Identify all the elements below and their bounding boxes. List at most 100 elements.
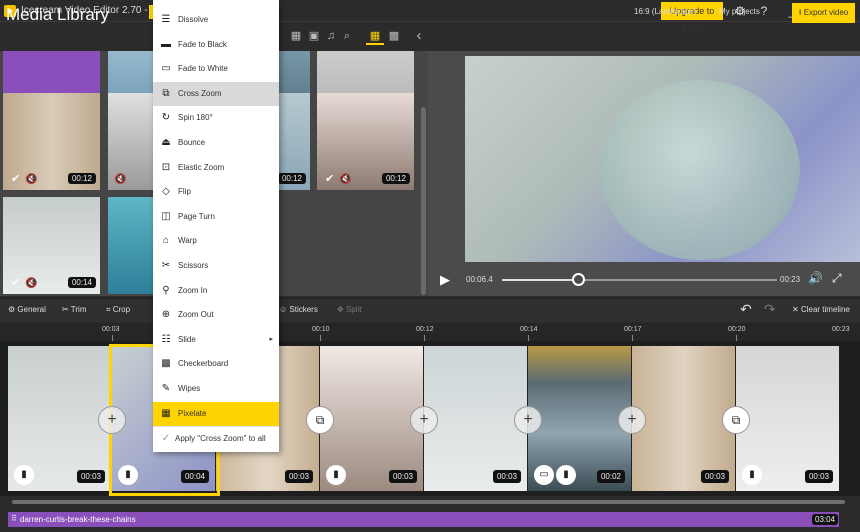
warp-icon: ⌂ — [162, 235, 170, 247]
timeline-clip[interactable]: ▮ 00:03 — [8, 346, 112, 491]
menu-item-label: Wipes — [178, 384, 201, 393]
timeline-clip[interactable]: 00:03 — [424, 346, 528, 491]
drag-handle-icon[interactable]: ⠿ — [11, 514, 17, 523]
timeline-clip[interactable]: ▮ 00:03 — [736, 346, 840, 491]
menu-item-pixelate[interactable]: ▦ Pixelate — [153, 401, 279, 426]
menu-item-fade-to-black[interactable]: ▬ Fade to Black — [153, 33, 279, 57]
clear-timeline-button[interactable]: ✕ Clear timeline — [792, 305, 850, 314]
fade-to-black-icon: ▬ — [161, 38, 171, 50]
volume-icon[interactable]: 🔊 — [808, 271, 823, 285]
transition-button[interactable]: ⧉ — [306, 406, 334, 434]
add-transition-button[interactable]: + — [410, 406, 438, 434]
menu-item-slide[interactable]: ☷ Slide ▸ — [153, 328, 279, 352]
large-grid-icon[interactable]: ▦ — [366, 27, 384, 45]
ruler-tick: 00:10 — [312, 326, 330, 333]
add-transition-button[interactable]: + — [514, 406, 542, 434]
dissolve-icon: ☰ — [161, 14, 171, 25]
split-button[interactable]: ✥ Split — [337, 305, 362, 314]
submenu-arrow-icon: ▸ — [269, 335, 273, 343]
image-filter-icon[interactable]: ▣ — [305, 27, 323, 45]
menu-item-label: Fade to Black — [178, 39, 227, 49]
timeline-ruler[interactable]: 00:03 00:10 00:12 00:14 00:17 00:20 00:2… — [0, 323, 860, 341]
small-grid-icon[interactable]: ▩ — [385, 27, 403, 45]
close-icon: ✕ — [792, 305, 801, 314]
menu-item-zoom-out[interactable]: ⊕ Zoom Out — [153, 303, 279, 327]
mute-icon: 🔇 — [114, 174, 127, 185]
fade-to-white-icon: ▭ — [161, 63, 171, 75]
menu-item-dissolve[interactable]: ☰ Dissolve — [153, 8, 279, 32]
spray-icon[interactable]: ▮ — [118, 465, 138, 485]
collapse-icon[interactable]: ‹ — [410, 27, 428, 45]
scissors-icon: ✂ — [62, 305, 71, 314]
spray-icon[interactable]: ▮ — [742, 465, 762, 485]
audio-clip-name: darren-curtis-break-these-chains — [20, 515, 136, 524]
menu-item-label: Zoom Out — [178, 310, 214, 320]
caption-icon[interactable]: ▭ — [534, 465, 554, 485]
menu-item-checkerboard[interactable]: ▩ Checkerboard — [153, 352, 279, 376]
general-button[interactable]: ⚙ General — [8, 305, 46, 314]
undo-icon[interactable]: ↶ — [740, 301, 752, 318]
menu-item-fade-to-white[interactable]: ▭ Fade to White — [153, 57, 279, 81]
menu-item-flip[interactable]: ◇ Flip — [153, 180, 279, 204]
slide-icon: ☷ — [161, 333, 171, 345]
spray-icon[interactable]: ▮ — [326, 465, 346, 485]
wipes-icon: ✎ — [161, 383, 171, 394]
stickers-button[interactable]: ☺ Stickers — [279, 305, 318, 314]
flip-icon: ◇ — [162, 186, 170, 198]
menu-item-label: Bounce — [178, 138, 206, 147]
media-duration: 00:12 — [67, 173, 96, 184]
redo-icon[interactable]: ↷ — [764, 301, 776, 318]
add-transition-button[interactable]: + — [98, 406, 126, 434]
menu-item-cross-zoom[interactable]: ⧉ Cross Zoom — [153, 81, 279, 106]
spray-icon[interactable]: ▮ — [14, 465, 34, 485]
menu-item-label: Dissolve — [178, 15, 209, 24]
menu-item-zoom-in[interactable]: ⚲ Zoom In — [153, 279, 279, 303]
menu-item-label: Warp — [178, 236, 197, 246]
cross-zoom-icon: ⧉ — [162, 87, 170, 99]
clip-duration: 00:04 — [180, 470, 209, 483]
crop-button[interactable]: ⌗ Crop — [106, 305, 130, 315]
my-projects-button[interactable]: My projects — [719, 7, 760, 16]
media-item[interactable]: ✔ 🔇 00:12 — [3, 93, 100, 190]
transition-button[interactable]: ⧉ — [722, 406, 750, 434]
media-item[interactable]: ✔ 🔇 00:14 — [3, 197, 100, 294]
menu-item-warp[interactable]: ⌂ Warp — [153, 229, 279, 253]
export-video-button[interactable]: ⭱ Export video — [792, 3, 855, 23]
menu-item-page-turn[interactable]: ◫ Page Turn — [153, 205, 279, 229]
menu-item-label: Flip — [178, 187, 191, 197]
seek-handle[interactable] — [572, 273, 585, 286]
menu-item-wipes[interactable]: ✎ Wipes — [153, 377, 279, 401]
menu-item-label: Zoom In — [178, 285, 208, 295]
edit-toolbar: ⚙ General ✂ Trim ⌗ Crop ☺ Stickers ✥ Spl… — [0, 298, 860, 322]
check-icon: ✔ — [325, 173, 335, 185]
fullscreen-icon[interactable]: ⤢ — [832, 271, 842, 286]
play-icon[interactable]: ▶ — [440, 272, 450, 288]
menu-item-bounce[interactable]: ⏏ Bounce — [153, 131, 279, 155]
video-filter-icon[interactable]: ▦ — [287, 27, 305, 45]
check-icon: ✔ — [11, 277, 21, 289]
page-turn-icon: ◫ — [161, 210, 171, 222]
aspect-ratio-button[interactable]: 16:9 (Landscape) — [634, 7, 696, 16]
timeline-clip[interactable]: ▮ 00:03 — [320, 346, 424, 491]
menu-item-label: Cross Zoom — [178, 88, 222, 98]
checkmark-icon: ✓ — [161, 433, 171, 444]
menu-item-label: Elastic Zoom — [178, 162, 225, 172]
clip-duration: 00:03 — [284, 470, 313, 483]
search-icon[interactable]: ⌕ — [338, 27, 356, 45]
total-time: 00:23 — [780, 275, 801, 284]
menu-item-label: Page Turn — [178, 211, 215, 221]
current-time: 00:06.4 — [466, 275, 493, 284]
timeline-clip[interactable]: ▭ ▮ 00:02 — [528, 346, 632, 491]
spray-icon[interactable]: ▮ — [556, 465, 576, 485]
menu-item-elastic-zoom[interactable]: ⊡ Elastic Zoom — [153, 156, 279, 180]
add-transition-button[interactable]: + — [618, 406, 646, 434]
checkerboard-icon: ▩ — [161, 358, 171, 370]
menu-item-scissors[interactable]: ✂ Scissors — [153, 254, 279, 278]
media-item[interactable]: ✔ 🔇 00:12 — [317, 93, 414, 190]
trim-button[interactable]: ✂ Trim — [62, 305, 86, 314]
timeline-clip[interactable]: 00:03 — [632, 346, 736, 491]
apply-to-all-item[interactable]: ✓ Apply "Cross Zoom" to all — [153, 427, 279, 451]
library-scrollbar[interactable] — [421, 107, 426, 295]
menu-item-spin-180[interactable]: ↻ Spin 180° — [153, 106, 279, 130]
timeline-scrollbar[interactable] — [12, 500, 845, 504]
